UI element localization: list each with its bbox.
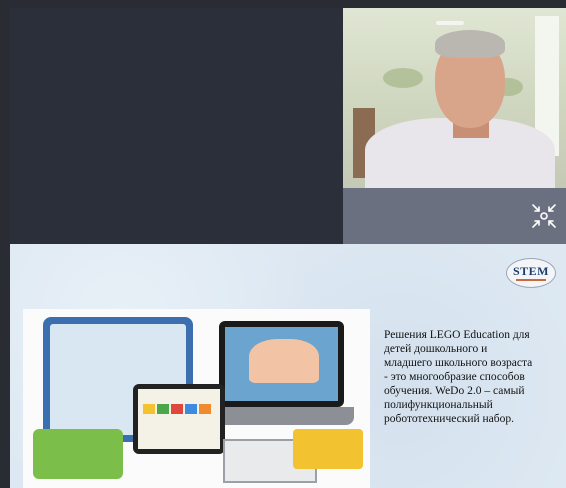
description-line: робототехнический набор. — [384, 413, 514, 425]
laptop-keyboard — [209, 407, 354, 425]
lego-brick — [171, 404, 183, 414]
stem-logo-text: STEM — [512, 264, 549, 278]
description-line: детей дошкольного и — [384, 343, 488, 355]
description-line: Решения LEGO Education для — [384, 329, 530, 341]
speaker-hair — [435, 30, 505, 58]
description-line: младшего школьного возраста — [384, 357, 533, 369]
video-controls-bar — [343, 188, 566, 244]
lego-brick — [157, 404, 169, 414]
slide-description: Решения LEGO Education для детей дошколь… — [384, 328, 566, 426]
lego-model — [33, 429, 123, 479]
description-line: обучения. WeDo 2.0 – самый — [384, 385, 525, 397]
conference-frame: STEM Решения LEGO Education для детей до… — [10, 4, 566, 488]
lego-brick — [143, 404, 155, 414]
webcam-video[interactable] — [343, 8, 566, 188]
lego-wedo-product-image — [23, 309, 370, 488]
stem-logo: STEM — [506, 258, 556, 288]
description-line: полифункциональный — [384, 399, 493, 411]
ceiling-lamp — [436, 21, 464, 25]
stem-logo-underline — [516, 279, 546, 281]
presentation-slide: STEM Решения LEGO Education для детей до… — [10, 244, 566, 488]
lego-model — [293, 429, 363, 469]
plant — [383, 68, 423, 88]
small-tablet-illustration — [133, 384, 225, 454]
description-line: - это многообразие способов — [384, 371, 525, 383]
laptop-illustration — [219, 321, 344, 407]
shared-screen-blank-area — [10, 8, 343, 244]
lego-brick — [199, 404, 211, 414]
collapse-arrows-icon[interactable] — [530, 202, 558, 230]
lego-brick — [185, 404, 197, 414]
